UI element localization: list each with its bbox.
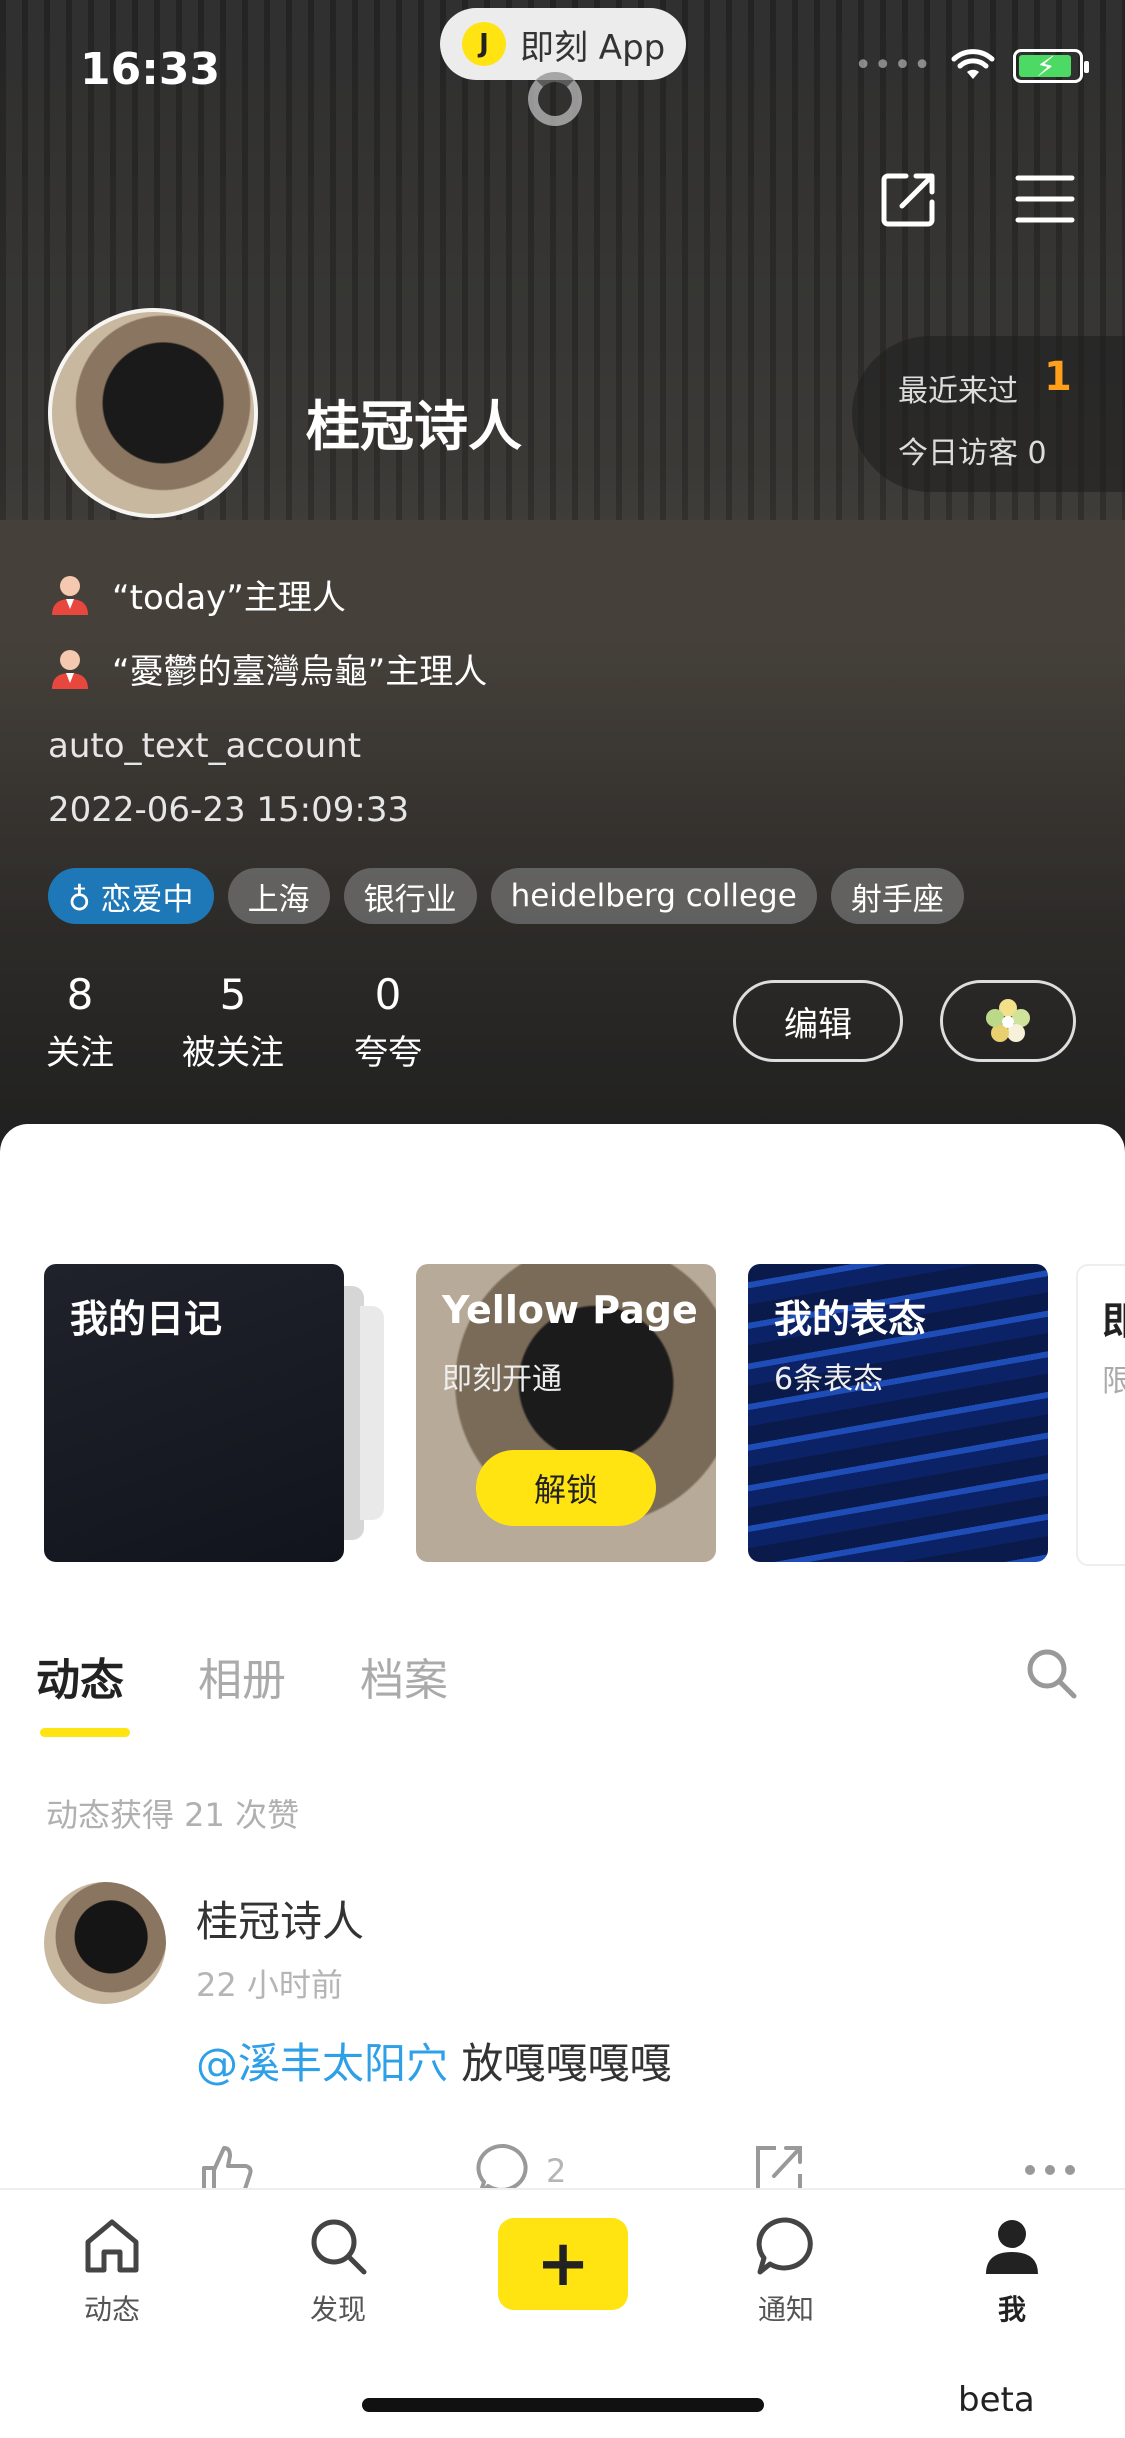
post-body: @溪丰太阳穴 放嘎嘎嘎嘎 [196,2030,671,2091]
tab-archive[interactable]: 档案 [360,1644,448,1708]
diary-stack-shadow [360,1306,384,1520]
nav-label: 我 [997,2293,1026,2326]
card-title: 即 [1102,1290,1125,1345]
status-icons: •••• ⚡ [854,48,1089,83]
tag-city[interactable]: 上海 [227,868,330,924]
stat-following[interactable]: 8 关注 [46,970,114,1074]
expression-card[interactable]: 我的表态 6条表态 [748,1264,1048,1562]
post-time: 22 小时前 [196,1966,343,2004]
app-pill-label: 即刻 App [520,27,666,68]
next-card[interactable]: 即 限 [1076,1264,1125,1566]
home-icon [85,2219,139,2273]
nav-label: 发现 [309,2293,366,2326]
comment-count: 2 [546,2152,567,2190]
share-icon[interactable] [878,168,940,230]
profile-name: 桂冠诗人 [306,395,522,458]
stat-label: 被关注 [182,1033,284,1073]
create-post-button[interactable]: + [498,2218,628,2310]
likes-summary: 动态获得 21 次赞 [46,1796,300,1834]
status-time: 16:33 [80,44,221,95]
loading-spinner-icon [528,72,582,126]
role-label: “today”主理人 [112,578,346,618]
post-author[interactable]: 桂冠诗人 [196,1888,364,1949]
nav-label: 通知 [757,2293,814,2326]
search-icon[interactable] [1024,1646,1078,1700]
role-item[interactable]: “憂鬱的臺灣烏龜”主理人 [48,644,487,693]
home-indicator [362,2398,764,2412]
nav-notifications[interactable]: 通知 [726,2212,846,2328]
active-tab-indicator [40,1728,130,1737]
nav-home[interactable]: 动态 [52,2212,172,2328]
recent-visitors-count: 1 [1044,354,1072,400]
visitor-panel[interactable]: 最近来过 1 今日访客 0 [852,336,1125,492]
tab-album[interactable]: 相册 [198,1644,286,1708]
profile-tags: ♁ 恋爱中 上海 银行业 heidelberg college 射手座 [48,868,964,924]
app-pill[interactable]: J 即刻 App [440,8,686,80]
menu-icon[interactable] [1014,168,1076,230]
stat-label: 关注 [46,1033,114,1073]
post-mention[interactable]: @溪丰太阳穴 [196,2039,448,2088]
stat-number: 0 [374,970,402,1019]
battery-icon: ⚡ [1013,48,1089,83]
created-time: 2022-06-23 15:09:33 [48,790,410,830]
chat-bubble-icon [756,2217,813,2275]
edit-profile-button[interactable]: 编辑 [733,980,903,1062]
post-text: 放嘎嘎嘎嘎 [448,2039,672,2088]
tag-school[interactable]: heidelberg college [490,868,817,924]
signal-icon: •••• [854,48,933,83]
stat-praise[interactable]: 0 夸夸 [354,970,422,1074]
account-id: auto_text_account [48,726,362,766]
role-label: “憂鬱的臺灣烏龜”主理人 [112,652,488,692]
card-title: 我的日记 [70,1297,223,1341]
tag-zodiac[interactable]: 射手座 [830,868,964,924]
role-item[interactable]: “today”主理人 [48,570,346,619]
user-icon [986,2220,1038,2274]
card-subtitle: 6条表态 [774,1362,884,1397]
profile-avatar[interactable] [48,308,258,518]
stat-number: 5 [219,970,247,1019]
host-badge-icon [52,575,88,615]
nav-discover[interactable]: 发现 [278,2212,398,2328]
today-visitors-label: 今日访客 0 [898,436,1047,471]
card-subtitle: 限 [1102,1356,1125,1400]
jike-logo-icon: J [462,22,506,66]
tag-industry[interactable]: 银行业 [343,868,477,924]
flower-icon [986,999,1030,1042]
tab-posts[interactable]: 动态 [36,1644,124,1708]
profile-tabs: 动态 相册 档案 [36,1644,448,1708]
stat-label: 夸夸 [354,1033,422,1073]
discover-search-icon [311,2219,367,2275]
recent-visitors-label: 最近来过 [898,374,1018,409]
tag-relationship[interactable]: ♁ 恋爱中 [48,868,214,924]
nav-me[interactable]: 我 [952,2212,1072,2328]
host-badge-icon [52,649,88,689]
card-subtitle: 即刻开通 [442,1362,562,1397]
post-avatar[interactable] [44,1882,166,2004]
stat-followers[interactable]: 5 被关注 [182,970,284,1074]
yellow-page-card[interactable]: Yellow Page 即刻开通 解锁 [416,1264,716,1562]
stat-number: 8 [66,970,94,1019]
beta-label: beta [958,2380,1035,2420]
badge-button[interactable] [940,980,1076,1062]
nav-label: 动态 [83,2293,140,2326]
wifi-icon [951,48,995,79]
unlock-button[interactable]: 解锁 [476,1450,656,1526]
card-title: Yellow Page [442,1288,698,1332]
diary-card[interactable]: 我的日记 [44,1264,344,1562]
card-title: 我的表态 [774,1297,927,1341]
